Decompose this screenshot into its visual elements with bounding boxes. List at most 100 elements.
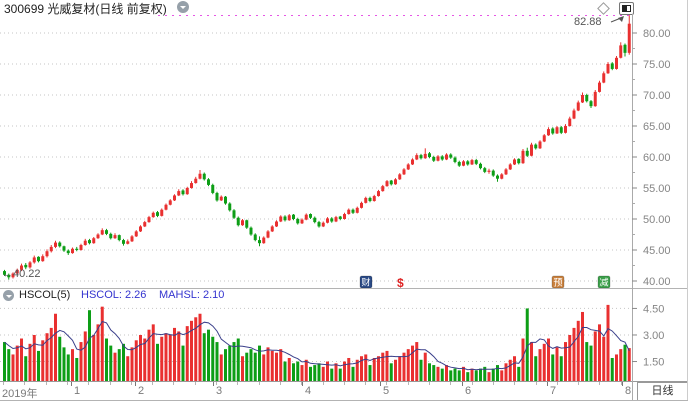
x-axis-month-tick [622,382,623,386]
candle-body [556,127,559,133]
volume-bar [203,333,206,381]
candle-body [488,171,491,172]
candle-body [347,210,350,214]
volume-bar [322,367,325,381]
x-axis-month-tick [71,382,72,386]
candle-body [207,179,210,185]
volume-bar [122,344,125,381]
candle-body [509,164,512,169]
volume-bar [505,363,508,381]
candle-body [551,128,554,133]
volume-bar [254,353,257,381]
diamond-marker-icon[interactable] [597,2,610,15]
x-axis-minor-tick [301,382,302,385]
candle-body [139,226,142,231]
volume-bar [12,354,15,381]
price-axis-label: 60.00 [643,152,671,164]
x-axis-minor-tick [24,382,25,385]
indicator-value: HSCOL: 2.26 [81,289,146,301]
volume-bar [539,349,542,381]
volume-bar [165,333,168,381]
volume-bar [556,347,559,381]
candle-body [241,220,244,225]
volume-bar [228,346,231,381]
price-axis-label: 55.00 [643,183,671,195]
x-axis-minor-tick [195,382,196,385]
candle-body [194,179,197,183]
x-axis-minor-tick [110,382,111,385]
indicator-chevron-down-icon[interactable] [3,290,14,301]
volume-bar [67,354,70,381]
x-axis-minor-tick [578,382,579,385]
candle-body [437,156,440,160]
event-badge-icon[interactable]: 预 [552,276,564,288]
candle-body [454,158,457,162]
candle-body [220,197,223,201]
volume-bar [241,356,244,381]
candle-body [581,95,584,102]
price-axis-label: 75.00 [643,59,671,71]
volume-bar [284,362,287,381]
volume-bar [101,307,104,381]
candle-body [445,155,448,160]
x-axis-month-label: 2 [138,385,144,397]
volume-bar [590,346,593,381]
volume-bar-chart[interactable] [0,303,632,381]
event-badge-icon[interactable]: 减 [598,276,610,288]
candle-body [211,185,214,193]
candle-body [539,142,542,149]
candle-body [543,135,546,141]
volume-bar [41,340,44,381]
candle-body [126,241,129,243]
candle-body [394,179,397,184]
volume-bar [573,328,576,381]
candle-body [67,251,70,253]
event-dollar-icon[interactable]: $ [397,276,404,288]
candle-body [37,257,40,261]
candle-body [343,214,346,219]
candle-body [577,102,580,110]
x-axis-minor-tick [216,382,217,385]
candle-body [496,176,499,179]
volume-bar [233,342,236,381]
x-axis-minor-tick [386,382,387,385]
candle-body [203,174,206,180]
candle-body [326,218,329,222]
candle-body [335,217,338,221]
volume-bar [126,356,129,381]
candle-body [526,151,529,156]
volume-bar [292,363,295,381]
candle-body [313,218,316,222]
volume-bar [245,353,248,381]
price-candlestick-chart[interactable]: 82.88←40.22财$预减 [0,14,632,288]
volume-bar [364,354,367,381]
volume-bar [84,331,87,381]
volume-bar [37,351,40,381]
candle-body [250,228,253,235]
candle-body [602,73,605,82]
volume-bar [377,356,380,381]
candle-body [432,157,435,161]
candle-body [517,159,520,163]
volume-bar [318,363,321,381]
candle-body [611,63,614,69]
volume-bar [420,360,423,381]
volume-bar [437,367,440,381]
volume-bar [296,362,299,381]
candle-body [441,156,444,159]
x-axis-minor-tick [131,382,132,385]
volume-bar [288,358,291,381]
event-badge-icon[interactable]: 财 [360,276,372,288]
candle-body [160,210,163,216]
volume-bar [513,356,516,381]
x-axis-minor-tick [3,382,4,385]
chevron-down-icon[interactable] [177,1,189,13]
candle-body [403,169,406,174]
volume-bar [152,324,155,381]
stock-chart-app: 300699 光威复材(日线 前复权) 82.88←40.22财$预减 HSCO… [0,0,688,401]
volume-bar [534,356,537,381]
x-axis-month-label: 3 [216,385,222,397]
price-axis-label: 65.00 [643,121,671,133]
volume-bar [182,346,185,381]
volume-bar [415,342,418,381]
